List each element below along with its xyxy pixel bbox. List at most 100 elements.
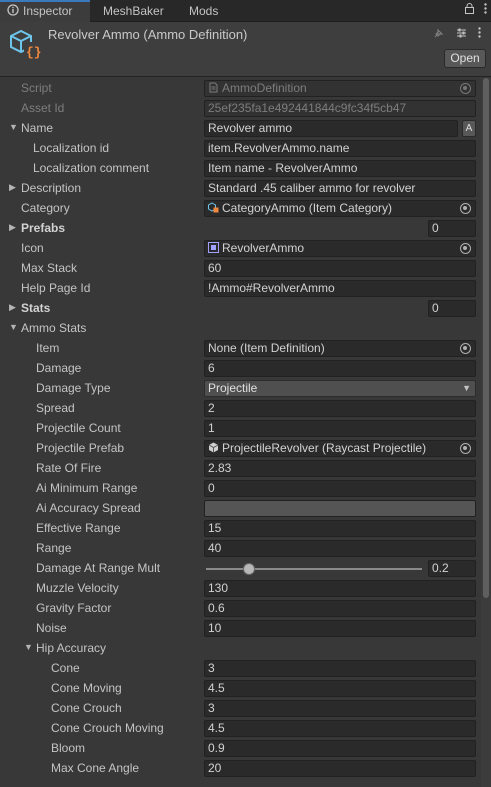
name-label: Name [21,121,54,135]
ammo-stats-label[interactable]: Ammo Stats [21,321,86,335]
pin-icon[interactable] [434,27,447,41]
projectile-prefab-field[interactable]: ProjectileRevolver (Raycast Projectile) [204,440,476,457]
tab-meshbaker[interactable]: MeshBaker [96,0,176,22]
sprite-icon [208,242,219,253]
prefabs-count-field[interactable]: 0 [428,220,476,237]
slider-thumb[interactable] [243,563,255,575]
gravity-factor-field[interactable]: 0.6 [204,600,476,617]
max-cone-angle-field[interactable]: 20 [204,760,476,777]
property-localization-id: Localization id item.RevolverAmmo.name [0,138,480,158]
help-page-id-field[interactable]: !Ammo#RevolverAmmo [204,280,476,297]
tab-inspector[interactable]: Inspector [0,0,90,22]
category-value: CategoryAmmo (Item Category) [222,201,393,215]
property-projectile-prefab: Projectile Prefab ProjectileRevolver (Ra… [0,438,480,458]
script-value: AmmoDefinition [222,81,307,95]
ai-minimum-range-label: Ai Minimum Range [36,481,138,495]
object-picker-icon [460,83,471,94]
damage-at-range-mult-field[interactable]: 0.2 [428,560,476,577]
open-button[interactable]: Open [444,49,486,68]
muzzle-velocity-field[interactable]: 130 [204,580,476,597]
rate-of-fire-field[interactable]: 2.83 [204,460,476,477]
property-ai-accuracy-spread: Ai Accuracy Spread [0,498,480,518]
localization-comment-field[interactable]: Item name - RevolverAmmo [204,160,476,177]
cone-crouch-label: Cone Crouch [51,701,122,715]
item-field[interactable]: None (Item Definition) [204,340,476,357]
help-page-id-label: Help Page Id [21,281,91,295]
property-stats: ▶ Stats 0 [0,298,480,318]
ai-accuracy-spread-label: Ai Accuracy Spread [36,501,141,515]
range-label: Range [36,541,72,555]
max-stack-field[interactable]: 60 [204,260,476,277]
description-label: Description [21,181,82,195]
stats-count-field[interactable]: 0 [428,300,476,317]
foldout-expanded-icon[interactable]: ▼ [9,322,19,332]
category-label: Category [21,201,70,215]
preset-icon[interactable] [456,27,470,41]
object-picker-icon[interactable] [460,443,471,454]
muzzle-velocity-label: Muzzle Velocity [36,581,119,595]
property-asset-id: Asset Id 25ef235fa1e492441844c9fc34f5cb4… [0,98,480,118]
property-localization-comment: Localization comment Item name - Revolve… [0,158,480,178]
category-field[interactable]: CategoryAmmo (Item Category) [204,200,476,217]
ai-accuracy-spread-field[interactable] [204,500,476,517]
bloom-field[interactable]: 0.9 [204,740,476,757]
cone-crouch-field[interactable]: 3 [204,700,476,717]
inspector-header: {} Revolver Ammo (Ammo Definition) Open [0,22,491,77]
more-vert-icon[interactable] [484,3,487,17]
property-help-page-id: Help Page Id !Ammo#RevolverAmmo [0,278,480,298]
property-ai-minimum-range: Ai Minimum Range 0 [0,478,480,498]
property-name: ▼ Name Revolver ammo A [0,118,480,138]
vertical-scrollbar[interactable] [481,78,491,787]
icon-value: RevolverAmmo [222,241,305,255]
spread-field[interactable]: 2 [204,400,476,417]
scrollbar-thumb[interactable] [483,78,489,598]
object-picker-icon[interactable] [460,243,471,254]
localize-button[interactable]: A [462,120,476,137]
damage-type-value: Projectile [208,381,258,395]
damage-label: Damage [36,361,82,375]
tab-inspector-label: Inspector [23,4,73,18]
noise-field[interactable]: 10 [204,620,476,637]
projectile-count-field[interactable]: 1 [204,420,476,437]
foldout-collapsed-icon[interactable]: ▶ [9,182,19,193]
property-muzzle-velocity: Muzzle Velocity 130 [0,578,480,598]
foldout-expanded-icon[interactable]: ▼ [24,642,34,652]
tab-mods[interactable]: Mods [182,0,234,22]
property-icon: Icon RevolverAmmo [0,238,480,258]
page-title: Revolver Ammo (Ammo Definition) [48,27,248,42]
projectile-count-label: Projectile Count [36,421,121,435]
more-vert-icon[interactable] [478,27,481,41]
localization-id-field[interactable]: item.RevolverAmmo.name [204,140,476,157]
slider-track[interactable] [206,568,422,570]
item-label: Item [36,341,60,355]
property-max-stack: Max Stack 60 [0,258,480,278]
object-picker-icon[interactable] [460,343,471,354]
cone-moving-field[interactable]: 4.5 [204,680,476,697]
chevron-down-icon: ▼ [462,383,471,393]
icon-label: Icon [21,241,44,255]
icon-field[interactable]: RevolverAmmo [204,240,476,257]
ai-minimum-range-field[interactable]: 0 [204,480,476,497]
description-field[interactable]: Standard .45 caliber ammo for revolver [204,180,476,197]
foldout-expanded-icon[interactable]: ▼ [9,122,19,132]
rate-of-fire-label: Rate Of Fire [36,461,102,475]
script-label: Script [21,81,52,95]
range-field[interactable]: 40 [204,540,476,557]
cone-crouch-moving-field[interactable]: 4.5 [204,720,476,737]
effective-range-label: Effective Range [36,521,121,535]
property-max-cone-angle: Max Cone Angle 20 [0,758,480,778]
lock-icon[interactable] [464,3,474,17]
cone-field[interactable]: 3 [204,660,476,677]
name-field[interactable]: Revolver ammo [204,120,458,137]
foldout-collapsed-icon[interactable]: ▶ [9,222,19,233]
stats-label: Stats [21,301,51,315]
damage-field[interactable]: 6 [204,360,476,377]
damage-type-dropdown[interactable]: Projectile ▼ [204,380,476,397]
damage-type-label: Damage Type [36,381,111,395]
object-picker-icon[interactable] [460,203,471,214]
effective-range-field[interactable]: 15 [204,520,476,537]
property-hip-accuracy: ▼ Hip Accuracy [0,638,480,658]
foldout-collapsed-icon[interactable]: ▶ [9,302,19,313]
hip-accuracy-label[interactable]: Hip Accuracy [36,641,106,655]
script-icon [209,82,218,93]
